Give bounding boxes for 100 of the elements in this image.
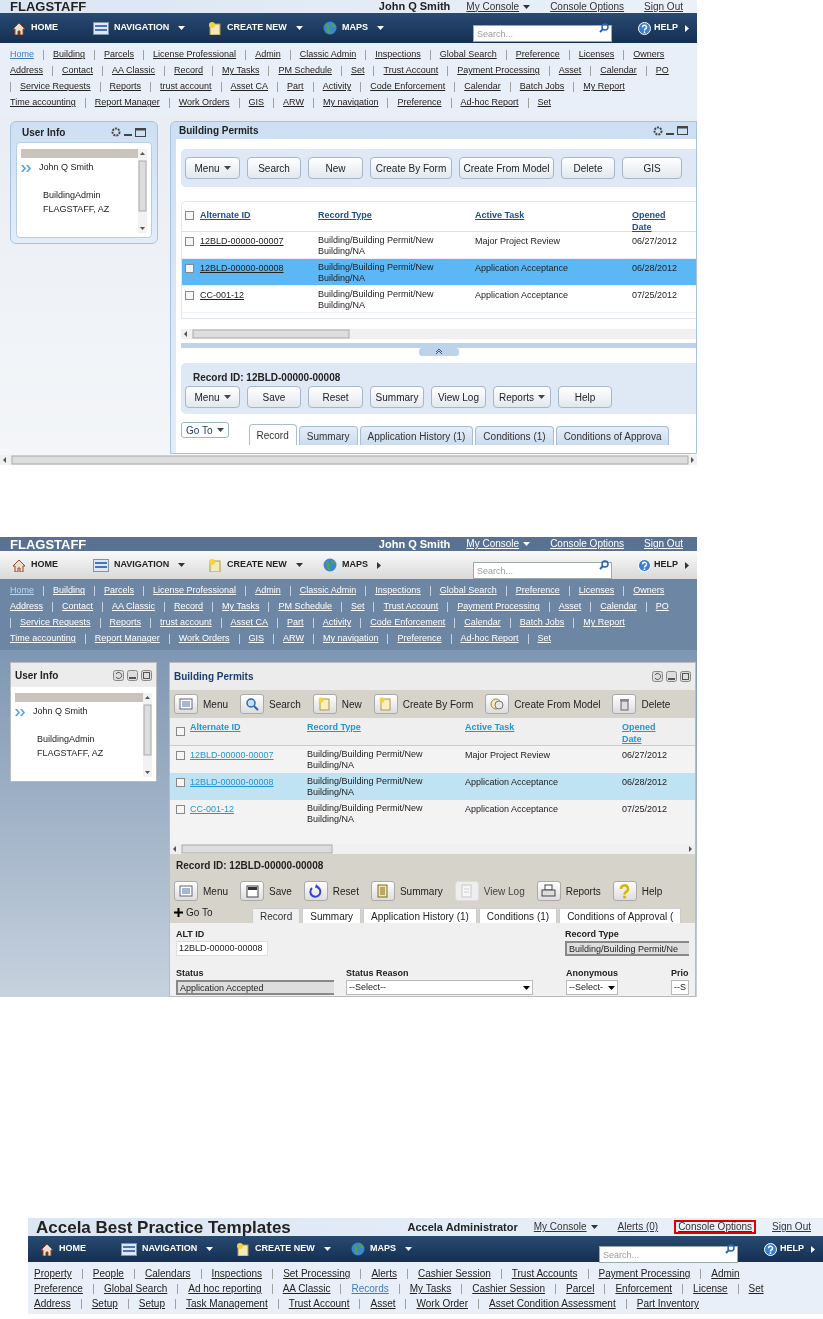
nav-link[interactable]: Set Processing — [283, 1266, 351, 1281]
toolbar-button[interactable]: Delete — [612, 694, 671, 714]
toolbar-button[interactable]: Reset — [303, 881, 359, 901]
nav-link[interactable]: AA Classic — [282, 1281, 331, 1296]
tab[interactable]: Application History (1) — [359, 426, 474, 445]
goto-button[interactable]: Go To — [181, 422, 229, 438]
toolbar-button[interactable]: Menu — [185, 157, 240, 179]
header-link[interactable]: Console Options — [546, 537, 629, 551]
nav-link[interactable]: Global Search — [103, 1281, 168, 1296]
nav-link[interactable]: Calendar — [464, 80, 501, 94]
search-field[interactable]: Search... — [473, 562, 612, 579]
console-menu[interactable]: My Console — [462, 0, 535, 14]
nav-link[interactable]: Inspections — [211, 1266, 263, 1281]
tab[interactable]: Conditions (1) — [475, 426, 554, 445]
tab[interactable]: Summary — [298, 426, 358, 445]
column-header[interactable]: Opened Date — [632, 209, 672, 233]
dropdown-field[interactable]: --S — [671, 980, 689, 995]
nav-link[interactable]: Activity — [322, 80, 352, 94]
nav-link[interactable]: Reports — [109, 80, 142, 94]
nav-link[interactable]: trust account — [160, 616, 212, 630]
nav-link[interactable]: Enforcement — [615, 1281, 673, 1296]
nav-link[interactable]: Asset — [558, 600, 582, 614]
help-button[interactable]: HELP — [638, 21, 689, 35]
nav-menu-button[interactable]: HOME — [40, 1242, 121, 1256]
nav-link[interactable]: Payment Processing — [598, 1266, 691, 1281]
header-link[interactable]: Console Options — [546, 0, 629, 14]
nav-link[interactable]: Owners — [633, 584, 665, 598]
nav-link[interactable]: Preference — [515, 584, 560, 598]
checkbox[interactable] — [176, 778, 185, 787]
nav-link[interactable]: Asset CA — [230, 616, 269, 630]
checkbox[interactable] — [185, 291, 194, 300]
column-header[interactable]: Record Type — [318, 209, 372, 221]
toolbar-button[interactable]: Menu — [174, 694, 228, 714]
nav-link[interactable]: Ad-hoc Report — [460, 632, 519, 646]
nav-link[interactable]: Activity — [322, 616, 352, 630]
nav-link[interactable]: Asset — [558, 64, 582, 78]
nav-link[interactable]: Set — [350, 600, 365, 614]
nav-link[interactable]: Parcel — [566, 1281, 595, 1296]
nav-link[interactable]: trust account — [160, 80, 212, 94]
toolbar-button[interactable]: GIS — [622, 157, 682, 179]
nav-link[interactable]: Contact — [62, 64, 94, 78]
nav-link[interactable]: Report Manager — [94, 96, 160, 110]
nav-link[interactable]: Cashier Session — [472, 1281, 546, 1296]
nav-link[interactable]: My navigation — [322, 632, 379, 646]
header-link[interactable]: Alerts (0) — [613, 1220, 663, 1234]
nav-link[interactable]: Setup — [138, 1296, 165, 1311]
tab[interactable]: Record — [248, 424, 297, 445]
input-field[interactable]: 12BLD-00000-00008 — [176, 941, 268, 956]
table-row[interactable]: 12BLD-00000-00007 Building/Building Permit/New Building/NA Major Project Review 06/27/2012 — [170, 746, 695, 773]
nav-link[interactable]: Trust Account — [383, 64, 439, 78]
toolbar-button[interactable]: Reports — [536, 881, 601, 901]
table-row[interactable]: 12BLD-00000-00008 Building/Building Permit/New Building/NA Application Acceptance 06/28/2012 — [170, 773, 695, 800]
tab[interactable]: Conditions of Approva — [555, 426, 670, 445]
nav-link[interactable]: Part — [287, 616, 304, 630]
nav-link[interactable]: Record — [174, 64, 204, 78]
checkbox[interactable] — [176, 805, 185, 814]
nav-menu-button[interactable]: NAVIGATION — [93, 558, 208, 572]
nav-link[interactable]: Trust Accounts — [511, 1266, 578, 1281]
tab[interactable]: Conditions of Approval ( — [559, 908, 682, 923]
nav-link[interactable]: Calendar — [600, 64, 637, 78]
header-link[interactable]: Sign Out — [768, 1220, 815, 1234]
nav-link[interactable]: Code Enforcement — [370, 80, 446, 94]
help-button[interactable]: HELP — [638, 558, 689, 572]
tab[interactable]: Record — [252, 908, 301, 923]
nav-link[interactable]: Work Orders — [178, 632, 230, 646]
column-header[interactable]: Alternate ID — [200, 209, 251, 221]
nav-link[interactable]: Address — [10, 64, 44, 78]
nav-link[interactable]: PM Schedule — [278, 64, 332, 78]
nav-link[interactable]: License — [693, 1281, 728, 1296]
nav-link[interactable]: Task Management — [185, 1296, 268, 1311]
nav-menu-button[interactable]: HOME — [12, 558, 93, 572]
nav-link[interactable]: Contact — [62, 600, 94, 614]
nav-link[interactable]: Classic Admin — [299, 48, 357, 62]
nav-link[interactable]: Asset Condition Assessment — [489, 1296, 616, 1311]
toolbar-button[interactable]: Help — [612, 881, 663, 901]
toolbar-button[interactable]: Summary — [370, 881, 443, 901]
input-field[interactable]: Building/Building Permit/Ne — [565, 941, 689, 956]
nav-link[interactable]: Set — [748, 1281, 764, 1296]
toolbar-button[interactable]: Reset — [308, 386, 363, 408]
toolbar-button[interactable]: Save — [240, 881, 292, 901]
nav-link[interactable]: Address — [10, 600, 44, 614]
tab[interactable]: Summary — [302, 908, 362, 923]
nav-link[interactable]: ARW — [283, 632, 304, 646]
table-row[interactable]: CC-001-12 Building/Building Permit/New Building/NA Application Acceptance 07/25/2012 — [170, 800, 695, 827]
nav-link[interactable]: Set — [350, 64, 365, 78]
toolbar-button[interactable]: Menu — [185, 386, 240, 408]
nav-link[interactable]: My Tasks — [222, 600, 260, 614]
nav-link[interactable]: Admin — [711, 1266, 740, 1281]
input-field[interactable]: Application Accepted — [176, 980, 334, 995]
nav-link[interactable]: Service Requests — [20, 616, 91, 630]
toolbar-button[interactable]: Create From Model — [459, 157, 554, 179]
nav-link[interactable]: License Professional — [153, 584, 237, 598]
nav-link[interactable]: License Professional — [153, 48, 237, 62]
nav-link[interactable]: My Report — [583, 616, 625, 630]
nav-link[interactable]: Payment Processing — [457, 64, 540, 78]
toolbar-button[interactable]: Help — [558, 386, 612, 408]
nav-link[interactable]: Set — [537, 632, 552, 646]
nav-link[interactable]: Global Search — [439, 48, 497, 62]
nav-link[interactable]: Property — [34, 1266, 72, 1281]
nav-link[interactable]: Trust Account — [383, 600, 439, 614]
